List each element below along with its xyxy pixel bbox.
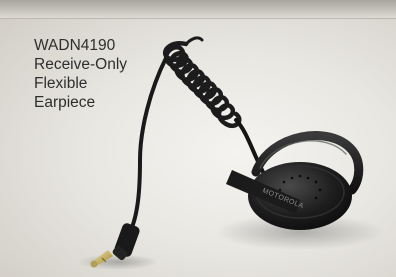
coiled-cable [162,36,242,129]
cable-to-plug [128,56,168,234]
earpiece-illustration: MOTOROLA [78,36,385,270]
product-photo: WADN4190 Receive-Only Flexible Earpiece [0,0,396,277]
